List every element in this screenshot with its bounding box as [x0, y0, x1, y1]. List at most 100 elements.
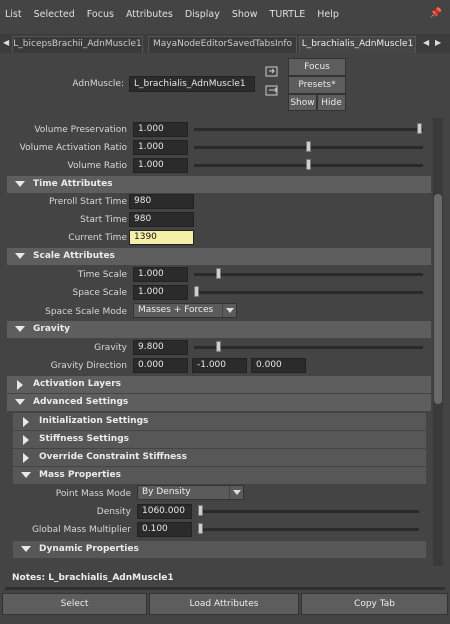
copy-tab-button[interactable]: Copy Tab [301, 593, 448, 615]
section-initialization-settings[interactable]: Initialization Settings [13, 413, 426, 430]
volume-activation-ratio-thumb[interactable] [305, 141, 311, 152]
section-time-attributes[interactable]: Time Attributes [7, 176, 431, 193]
volume-ratio-field[interactable]: 1.000 [133, 158, 188, 173]
section-title: Initialization Settings [39, 416, 149, 426]
density-thumb[interactable] [198, 505, 203, 516]
gravity-direction-y-field[interactable]: -1.000 [192, 358, 247, 373]
space-scale-field[interactable]: 1.000 [133, 285, 188, 300]
density-slider[interactable] [198, 510, 419, 513]
expand-triangle-icon [17, 380, 23, 390]
collapse-triangle-icon [15, 399, 25, 405]
menu-attributes[interactable]: Attributes [126, 9, 173, 20]
preroll-start-time-field[interactable]: 980 [129, 194, 194, 209]
gravity-thumb[interactable] [216, 341, 222, 352]
menu-selected[interactable]: Selected [34, 9, 75, 20]
tab-scroll-left2-icon[interactable]: ◀ [423, 38, 429, 47]
gravity-field[interactable]: 9.800 [133, 340, 188, 355]
global-mass-multiplier-slider[interactable] [198, 528, 419, 531]
dropdown-value: Masses + Forces [138, 305, 214, 315]
dropdown-value: By Density [142, 487, 191, 497]
menu-list[interactable]: List [5, 9, 22, 20]
tab-biceps[interactable]: L_bicepsBrachii_AdnMuscle1 [12, 36, 143, 53]
section-title: Advanced Settings [33, 397, 129, 407]
section-advanced-settings[interactable]: Advanced Settings [7, 394, 431, 411]
expand-triangle-icon [23, 435, 29, 445]
time-scale-thumb[interactable] [216, 268, 222, 279]
section-dynamic-properties[interactable]: Dynamic Properties [13, 541, 426, 558]
notes-bar[interactable]: Notes: L_brachialis_AdnMuscle1 [0, 569, 450, 587]
volume-preservation-field[interactable]: 1.000 [133, 122, 188, 137]
global-mass-multiplier-label: Global Mass Multiplier [31, 525, 131, 535]
section-activation-layers[interactable]: Activation Layers [7, 376, 431, 393]
tab-brachialis[interactable]: L_brachialis_AdnMuscle1 [299, 36, 416, 53]
hide-button[interactable]: Hide [317, 94, 346, 111]
space-scale-mode-dropdown[interactable]: Masses + Forces [133, 303, 237, 318]
vertical-scrollbar[interactable] [433, 118, 443, 566]
select-button[interactable]: Select [2, 593, 147, 615]
point-mass-mode-dropdown[interactable]: By Density [137, 485, 244, 500]
start-time-field[interactable]: 980 [129, 212, 194, 227]
section-scale-attributes[interactable]: Scale Attributes [7, 248, 431, 265]
time-scale-field[interactable]: 1.000 [133, 267, 188, 282]
space-scale-label: Space Scale [72, 288, 127, 298]
presets-button[interactable]: Presets* [288, 76, 346, 94]
section-title: Dynamic Properties [39, 544, 139, 554]
node-type-label: AdnMuscle: [72, 79, 124, 89]
load-attributes-button[interactable]: Load Attributes [149, 593, 299, 615]
notes-divider[interactable] [5, 587, 445, 590]
time-scale-slider[interactable] [194, 273, 423, 276]
preroll-start-time-label: Preroll Start Time [48, 197, 127, 207]
tab-saved-tabs-info[interactable]: MayaNodeEditorSavedTabsInfo [148, 36, 297, 53]
start-time-label: Start Time [80, 215, 127, 225]
section-title: Mass Properties [39, 470, 121, 480]
section-mass-properties[interactable]: Mass Properties [13, 467, 426, 484]
gravity-slider[interactable] [194, 346, 423, 349]
gravity-direction-x-field[interactable]: 0.000 [133, 358, 188, 373]
tab-scroll-right-icon[interactable]: ▶ [435, 38, 441, 47]
show-button[interactable]: Show [288, 94, 317, 111]
density-field[interactable]: 1060.000 [137, 504, 192, 519]
section-stiffness-settings[interactable]: Stiffness Settings [13, 431, 426, 448]
space-scale-mode-label: Space Scale Mode [45, 307, 127, 317]
menu-show[interactable]: Show [232, 9, 258, 20]
menu-focus[interactable]: Focus [87, 9, 114, 20]
menu-display[interactable]: Display [185, 9, 220, 20]
tab-bar: ◀ L_bicepsBrachii_AdnMuscle1 MayaNodeEdi… [0, 34, 450, 53]
time-scale-label: Time Scale [77, 270, 127, 280]
tab-scroll-left-icon[interactable]: ◀ [3, 38, 9, 47]
volume-preservation-thumb[interactable] [417, 123, 422, 134]
volume-preservation-label: Volume Preservation [34, 125, 127, 135]
space-scale-thumb[interactable] [194, 286, 199, 297]
global-mass-multiplier-field[interactable]: 0.100 [137, 522, 192, 537]
volume-ratio-thumb[interactable] [305, 159, 311, 170]
notes-label: Notes: L_brachialis_AdnMuscle1 [12, 573, 174, 583]
select-output-icon[interactable] [265, 85, 279, 97]
volume-activation-ratio-field[interactable]: 1.000 [133, 140, 188, 155]
node-name-field[interactable]: L_brachialis_AdnMuscle1 [129, 76, 255, 92]
current-time-field[interactable]: 1390 [129, 230, 194, 245]
pin-icon[interactable]: 📌 [430, 8, 442, 19]
section-override-constraint-stiffness[interactable]: Override Constraint Stiffness [13, 449, 426, 466]
section-title: Stiffness Settings [39, 434, 129, 444]
scrollbar-thumb[interactable] [434, 194, 442, 404]
section-title: Scale Attributes [33, 251, 115, 261]
menu-bar: List Selected Focus Attributes Display S… [0, 0, 450, 28]
menu-turtle[interactable]: TURTLE [270, 9, 306, 20]
point-mass-mode-label: Point Mass Mode [55, 489, 131, 499]
section-gravity[interactable]: Gravity [7, 321, 431, 338]
volume-preservation-slider[interactable] [194, 128, 423, 131]
expand-triangle-icon [23, 453, 29, 463]
volume-ratio-label: Volume Ratio [67, 161, 127, 171]
focus-button[interactable]: Focus [288, 58, 346, 76]
space-scale-slider[interactable] [194, 291, 423, 294]
collapse-triangle-icon [15, 181, 25, 187]
chevron-down-icon [229, 486, 243, 499]
attribute-scroll-area: Volume Preservation 1.000 Volume Activat… [0, 118, 445, 566]
gravity-direction-label: Gravity Direction [50, 361, 127, 371]
section-title: Gravity [33, 324, 71, 334]
gravity-direction-z-field[interactable]: 0.000 [251, 358, 306, 373]
select-input-icon[interactable] [265, 66, 279, 78]
menu-help[interactable]: Help [317, 9, 339, 20]
global-mass-multiplier-thumb[interactable] [198, 523, 203, 534]
collapse-triangle-icon [15, 326, 25, 332]
